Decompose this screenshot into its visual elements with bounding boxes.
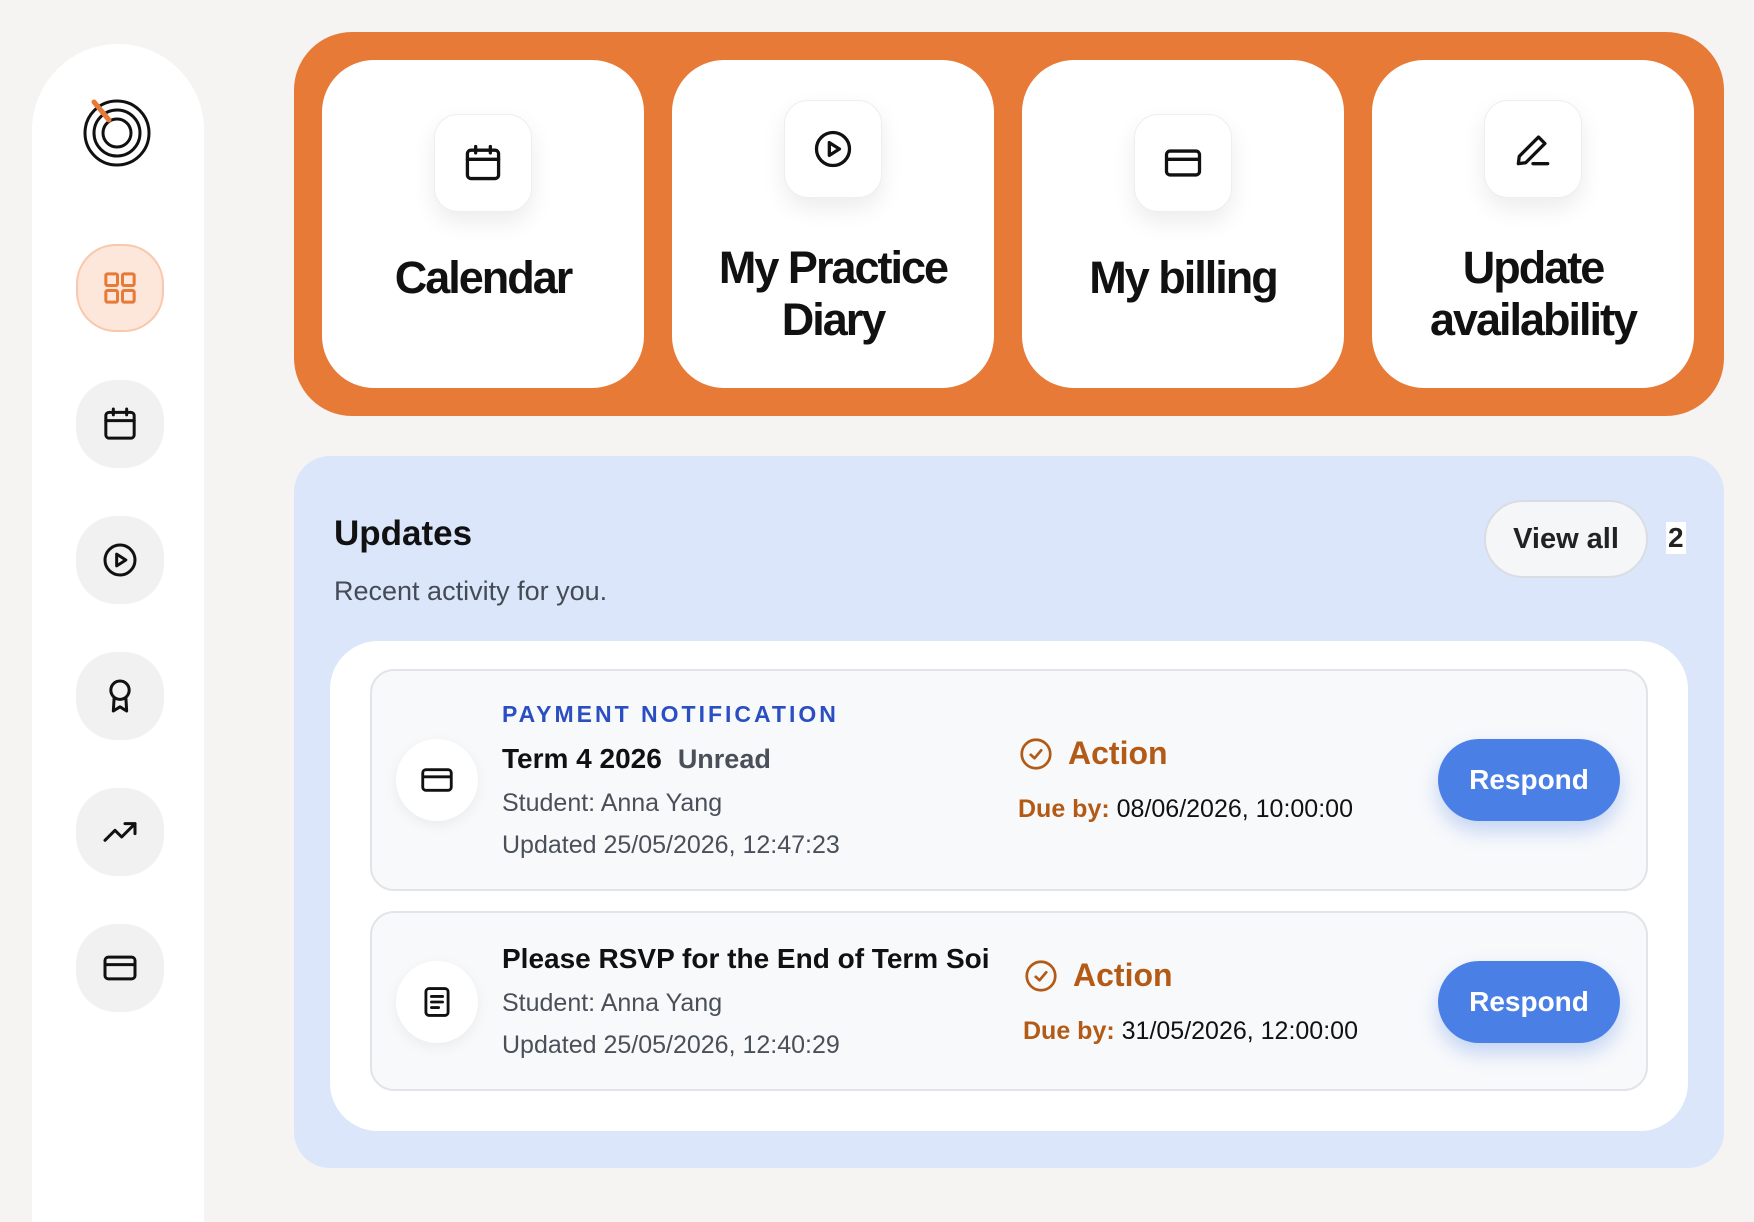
updates-panel: Updates Recent activity for you. View al… bbox=[294, 456, 1724, 1168]
award-icon bbox=[109, 679, 131, 713]
due-value: 31/05/2026, 12:00:00 bbox=[1121, 1017, 1358, 1045]
pencil-icon bbox=[1484, 100, 1582, 198]
action-label: Action bbox=[1068, 735, 1168, 771]
credit-card-icon bbox=[396, 739, 478, 821]
sidebar-item-dashboard[interactable] bbox=[76, 244, 164, 332]
action-status: Action bbox=[1023, 957, 1173, 994]
updates-title: Updates bbox=[334, 514, 473, 553]
due-date: Due by: 31/05/2026, 12:00:00 bbox=[1023, 1017, 1358, 1046]
check-circle-icon bbox=[1020, 737, 1052, 770]
app-logo[interactable] bbox=[82, 98, 152, 168]
sidebar bbox=[32, 44, 204, 1222]
calendar-icon bbox=[434, 114, 532, 212]
sidebar-item-progress[interactable] bbox=[76, 788, 164, 876]
sidebar-item-practice[interactable] bbox=[76, 516, 164, 604]
credit-card-icon bbox=[1134, 114, 1232, 212]
quick-links: Calendar My Practice Diary My billing Up… bbox=[294, 32, 1724, 416]
respond-button[interactable]: Respond bbox=[1438, 961, 1620, 1043]
quick-link-label: Calendar bbox=[394, 252, 574, 303]
play-circle-icon bbox=[784, 100, 882, 198]
quick-link-practice-diary[interactable]: My Practice Diary bbox=[672, 60, 994, 388]
updates-count: 2 bbox=[1666, 522, 1686, 554]
due-label: Due by: bbox=[1018, 795, 1110, 823]
check-circle-icon bbox=[1025, 959, 1057, 992]
quick-link-update-availability[interactable]: Update availability bbox=[1372, 60, 1694, 388]
action-label: Action bbox=[1073, 957, 1173, 993]
quick-link-label-line-1: Update bbox=[1462, 242, 1606, 293]
sidebar-item-billing[interactable] bbox=[76, 924, 164, 1012]
quick-link-calendar[interactable]: Calendar bbox=[322, 60, 644, 388]
play-circle-icon bbox=[103, 543, 137, 577]
update-title: Term 4 2026 Unread bbox=[502, 743, 771, 775]
update-timestamp: Updated 25/05/2026, 12:47:23 bbox=[502, 831, 840, 859]
quick-link-label-line-1: My Practice bbox=[718, 242, 949, 293]
quick-link-billing[interactable]: My billing bbox=[1022, 60, 1344, 388]
update-title-text: Term 4 2026 bbox=[502, 743, 662, 774]
action-status: Action bbox=[1018, 735, 1168, 772]
quick-link-label-line-2: availability bbox=[1429, 294, 1638, 345]
sidebar-item-achievements[interactable] bbox=[76, 652, 164, 740]
quick-link-label-line-2: Diary bbox=[781, 294, 887, 345]
due-date: Due by: 08/06/2026, 10:00:00 bbox=[1018, 795, 1353, 824]
update-timestamp: Updated 25/05/2026, 12:40:29 bbox=[502, 1031, 840, 1059]
update-student: Student: Anna Yang bbox=[502, 989, 723, 1017]
view-all-button[interactable]: View all bbox=[1484, 500, 1648, 578]
quick-link-label: My billing bbox=[1089, 252, 1279, 303]
grid-icon bbox=[104, 272, 136, 304]
update-student: Student: Anna Yang bbox=[502, 789, 723, 817]
due-label: Due by: bbox=[1023, 1017, 1115, 1045]
credit-card-icon bbox=[103, 955, 137, 981]
update-title: Please RSVP for the End of Term Soi bbox=[502, 943, 990, 974]
trending-up-icon bbox=[103, 822, 137, 842]
due-value: 08/06/2026, 10:00:00 bbox=[1116, 795, 1353, 823]
update-item[interactable]: Please RSVP for the End of Term Soi Stud… bbox=[370, 911, 1648, 1091]
respond-button[interactable]: Respond bbox=[1438, 739, 1620, 821]
update-kind: PAYMENT NOTIFICATION bbox=[502, 701, 839, 727]
updates-subtitle: Recent activity for you. bbox=[334, 576, 608, 606]
sidebar-item-calendar[interactable] bbox=[76, 380, 164, 468]
update-item[interactable]: PAYMENT NOTIFICATION Term 4 2026 Unread S… bbox=[370, 669, 1648, 891]
updates-list: PAYMENT NOTIFICATION Term 4 2026 Unread S… bbox=[330, 641, 1688, 1131]
unread-badge: Unread bbox=[677, 744, 771, 774]
document-icon bbox=[396, 961, 478, 1043]
calendar-icon bbox=[104, 407, 136, 440]
